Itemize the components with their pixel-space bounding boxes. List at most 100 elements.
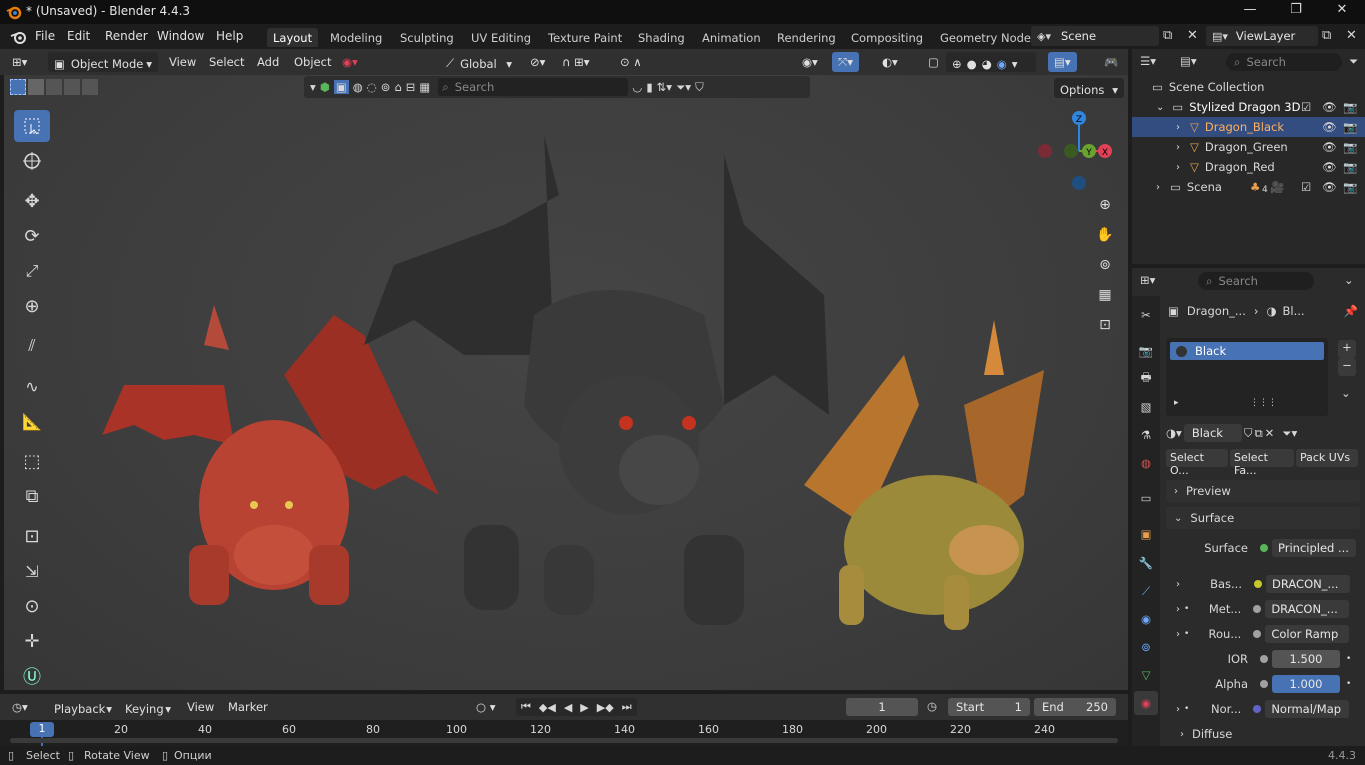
3d-viewport[interactable]: ▾ ⬢ ▣ ◍ ◌ ⊚ ⌂ ⊟ ▦ ⌕ Search ◡ ▮ ⇅▾ ⏷▾ ⛉ O… [4,75,1128,690]
view-layer-properties-tab[interactable]: ▧ [1134,395,1158,419]
scale-tool[interactable]: ⤢ [14,255,50,287]
outliner-row-collection[interactable]: ⌄ ▭ Stylized Dragon 3D ☑ 👁 📷 [1132,97,1365,117]
menu-help[interactable]: Help [216,29,243,43]
viewport-search-input[interactable]: ⌕ Search [438,78,629,96]
select-invert-icon[interactable] [64,79,80,95]
keyframe-dot-icon[interactable]: • [1346,654,1351,664]
gizmo-toggle-icon[interactable]: ⤧▾ [832,52,859,72]
menu-window[interactable]: Window [157,29,204,43]
select-subtract-icon[interactable] [46,79,62,95]
next-keyframe-icon[interactable]: ▶◆ [597,701,614,714]
bookmark-icon[interactable]: ▮ [646,80,652,94]
visibility-icon[interactable]: ◉▾ [796,52,824,72]
menu-render[interactable]: Render [105,29,148,43]
add-slot-button[interactable]: + [1338,340,1356,358]
annotate-line-tool[interactable]: ∿ [14,370,50,402]
workspace-tab-animation[interactable]: Animation [696,28,767,47]
auto-keying-icon[interactable]: ○ ▾ [470,697,501,717]
minimize-button[interactable]: — [1227,2,1273,22]
eye-icon[interactable]: 👁 [1322,100,1337,114]
keying-menu[interactable]: Keying ▾ [119,697,177,717]
chevron-down-icon[interactable]: ▾ [310,80,316,94]
pin-icon[interactable]: 📌 [1344,304,1358,318]
workspace-tab-shading[interactable]: Shading [632,28,691,47]
annotate-tool[interactable]: ⫽ [14,330,50,362]
timeline-marker-menu[interactable]: Marker [222,697,274,717]
select-intersect-icon[interactable] [82,79,98,95]
chevron-down-icon[interactable]: ▾ [1012,57,1018,71]
checkbox-icon[interactable]: ☑ [1301,100,1311,114]
transform-tool[interactable]: ⊕ [14,290,50,322]
push-pull-tool[interactable]: ⇲ [14,555,50,587]
pivot-point-icon[interactable]: ⊘▾ [524,52,551,72]
neg-x-axis-icon[interactable] [1038,144,1052,158]
camera-icon[interactable]: 📷 [1343,120,1357,134]
snap-icon[interactable]: ∩ ⊞▾ [556,52,595,72]
chevron-down-icon[interactable]: ⌄ [1344,273,1354,287]
new-viewlayer-icon[interactable]: ⧉ [1322,28,1331,43]
workspace-tab-compositing[interactable]: Compositing [845,28,929,47]
keyframe-dot-icon[interactable]: • [1346,679,1351,689]
workspace-tab-modeling[interactable]: Modeling [324,28,388,47]
physics-properties-tab[interactable]: ◉ [1134,607,1158,631]
wireframe-shading-icon[interactable]: ⊕ [952,57,962,71]
ortho-toggle-button[interactable]: ▦ [1092,282,1118,308]
outliner-row-scena[interactable]: › ▭ Scena ♣ 4 🎥 ☑ 👁 📷 [1132,177,1365,197]
preview-panel-header[interactable]: › Preview [1166,480,1360,502]
outliner-row-scene-collection[interactable]: ▭ Scene Collection [1132,77,1365,97]
funnel-icon[interactable]: ⏷▾ [676,80,691,95]
delete-viewlayer-icon[interactable]: ✕ [1346,28,1357,43]
input-field[interactable]: Normal/Map [1265,700,1350,718]
add-cube-tool[interactable]: ⬚ [14,445,50,477]
display-mode-icon[interactable]: ▤▾ [1180,54,1197,68]
menu-select[interactable]: Select [203,52,250,72]
expand-icon[interactable]: › [1156,182,1160,193]
menu-file[interactable]: File [35,29,55,43]
expand-icon[interactable]: › [1176,604,1180,615]
outliner-search-input[interactable]: ⌕ Search [1226,53,1342,71]
expand-icon[interactable]: › [1176,122,1180,133]
camera-filter-icon[interactable]: ⊚ [381,80,391,94]
material-browse-icon[interactable]: ◑▾ [1166,426,1182,440]
snap-tool[interactable]: ✛ [14,625,50,657]
camera-icon[interactable]: 📷 [1343,160,1357,174]
select-faces-button[interactable]: Select Fa... [1230,449,1294,477]
blender-menu-icon[interactable] [10,29,28,45]
play-icon[interactable]: ▶ [580,701,588,714]
slot-specials-icon[interactable]: ⌄ [1341,386,1351,400]
scene-properties-tab[interactable]: ⚗ [1134,423,1158,447]
sidebar-toggle-icon[interactable]: ▤▾ [1048,52,1077,72]
current-frame-field[interactable]: 1 [846,698,918,716]
material-shading-icon[interactable]: ◕ [982,57,992,71]
properties-editor-icon[interactable]: ⊞▾ [1140,273,1155,287]
mesh-filter-icon[interactable]: ⬢ [320,80,330,94]
delete-scene-icon[interactable]: ✕ [1187,28,1198,43]
camera-icon[interactable]: 📷 [1343,100,1357,114]
grid-filter-icon[interactable]: ▦ [419,80,430,94]
surface-shader-field[interactable]: Principled ... [1272,539,1356,557]
workspace-tab-geometry-nodes[interactable]: Geometry Node [934,28,1037,47]
workspace-tab-texture-paint[interactable]: Texture Paint [542,28,628,47]
current-frame-marker[interactable]: 1 [30,722,54,737]
cursor-tool[interactable] [14,145,50,177]
object-filter-icon[interactable]: ▣ [333,80,349,94]
constraints-properties-tab[interactable]: ⊚ [1134,635,1158,659]
checkbox-icon[interactable]: ☑ [1301,180,1311,194]
timeline-scrollbar[interactable] [10,738,1118,743]
drag-handle-icon[interactable]: ⋮⋮⋮ [1250,398,1277,408]
pack-uvs-button[interactable]: Pack UVs [1296,449,1358,467]
local-view-button[interactable]: ⊡ [1092,312,1118,338]
expand-icon[interactable]: › [1176,629,1180,640]
camera-icon[interactable]: 📷 [1343,140,1357,154]
render-properties-tab[interactable]: 📷 [1134,339,1158,363]
expand-icon[interactable]: ⌄ [1156,102,1164,113]
select-extend-icon[interactable] [28,79,44,95]
outliner-row-dragon-black[interactable]: › ▽ Dragon_Black 👁 📷 [1132,117,1365,137]
timeline-editor-icon[interactable]: ◷▾ [6,697,34,717]
tool-properties-tab[interactable]: ✂ [1134,303,1158,327]
close-button[interactable]: ✕ [1319,2,1365,22]
light-filter-icon[interactable]: ◌ [367,80,377,94]
material-properties-tab[interactable]: ◉ [1134,691,1158,715]
prev-keyframe-icon[interactable]: ◆◀ [539,701,556,714]
workspace-tab-sculpting[interactable]: Sculpting [394,28,460,47]
